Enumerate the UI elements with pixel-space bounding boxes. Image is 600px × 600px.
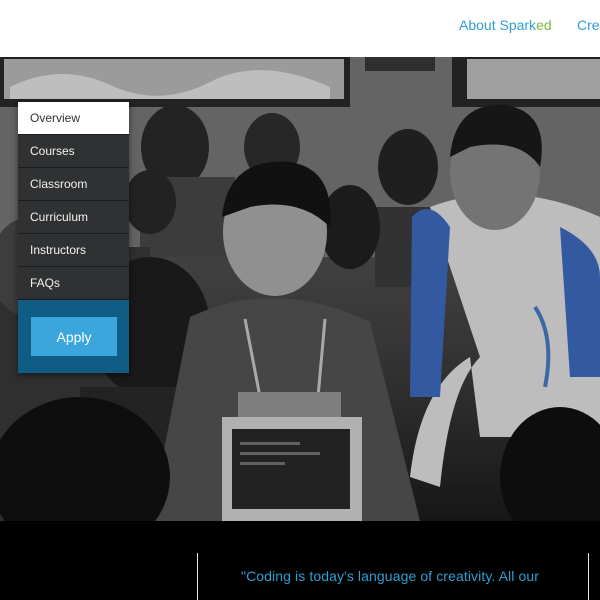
- apply-button[interactable]: Apply: [31, 317, 117, 356]
- course-side-menu: Overview Courses Classroom Curriculum In…: [18, 102, 129, 373]
- menu-item-faqs[interactable]: FAQs: [18, 267, 129, 300]
- quote-divider-left: [197, 553, 198, 600]
- menu-item-courses[interactable]: Courses: [18, 135, 129, 168]
- menu-item-overview[interactable]: Overview: [18, 102, 129, 135]
- menu-item-classroom[interactable]: Classroom: [18, 168, 129, 201]
- nav-about-brand-suffix: ed: [536, 17, 552, 33]
- apply-panel: Apply: [18, 300, 129, 373]
- menu-item-curriculum[interactable]: Curriculum: [18, 201, 129, 234]
- quote-divider-right: [588, 553, 589, 600]
- quote-text: "Coding is today's language of creativit…: [241, 568, 539, 584]
- top-navigation-bar: About Sparked Cre: [0, 0, 600, 57]
- menu-item-instructors[interactable]: Instructors: [18, 234, 129, 267]
- nav-about-sparked-link[interactable]: About Sparked: [459, 17, 552, 33]
- nav-about-text: About Spark: [459, 17, 537, 33]
- nav-create-link[interactable]: Cre: [577, 17, 600, 33]
- quote-band: "Coding is today's language of creativit…: [0, 521, 600, 600]
